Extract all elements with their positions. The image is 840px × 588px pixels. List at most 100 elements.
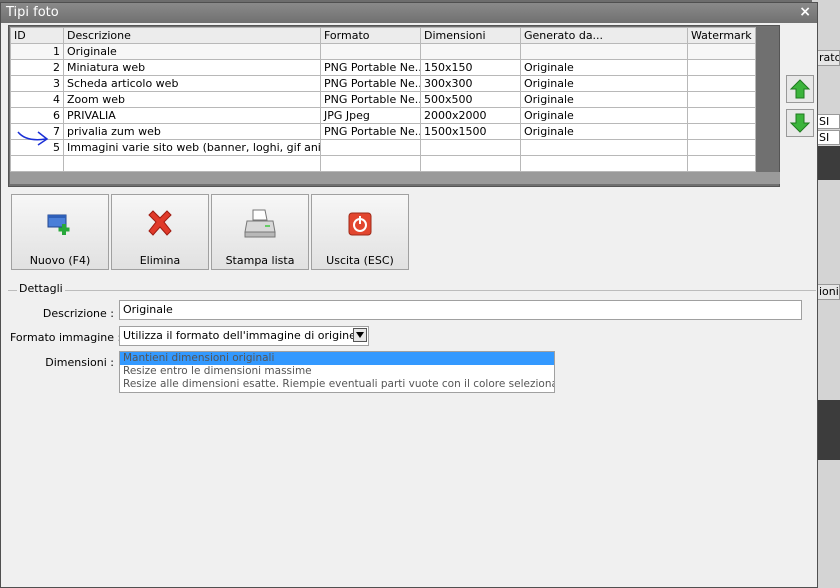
cell-id: 4 xyxy=(10,91,64,108)
cell-formato: PNG Portable Ne... xyxy=(320,123,421,140)
dimensions-option[interactable]: Mantieni dimensioni originali xyxy=(120,352,554,365)
column-header-descrizione[interactable]: Descrizione xyxy=(63,27,321,44)
dimensions-label: Dimensioni : xyxy=(45,356,114,369)
cell-watermark xyxy=(687,75,756,92)
cell-watermark xyxy=(687,107,756,124)
cell-generato: Originale xyxy=(520,107,688,124)
cell-id: 3 xyxy=(10,75,64,92)
table-row[interactable] xyxy=(10,155,756,172)
delete-button[interactable]: Elimina xyxy=(111,194,209,270)
new-button-label: Nuovo (F4) xyxy=(29,254,91,267)
cell-dimensioni xyxy=(420,43,521,60)
power-off-icon xyxy=(348,212,372,236)
dimensions-option[interactable]: Resize alle dimensioni esatte. Riempie e… xyxy=(120,378,554,391)
cell-watermark xyxy=(687,59,756,76)
cell-watermark xyxy=(687,43,756,60)
column-header-watermark[interactable]: Watermark xyxy=(687,27,756,44)
dimensions-listbox[interactable]: Mantieni dimensioni originali Resize ent… xyxy=(119,351,555,393)
image-format-dropdown-button[interactable] xyxy=(353,328,367,342)
cell-generato xyxy=(520,43,688,60)
description-label: Descrizione : xyxy=(42,307,114,320)
cell-descrizione: Miniatura web xyxy=(63,59,321,76)
cell-id: 1 xyxy=(10,43,64,60)
cell-generato xyxy=(520,139,688,156)
cell-generato: Originale xyxy=(520,123,688,140)
delete-button-label: Elimina xyxy=(139,254,181,267)
cell-generato: Originale xyxy=(520,91,688,108)
column-header-formato[interactable]: Formato xyxy=(320,27,421,44)
column-header-dimensioni[interactable]: Dimensioni xyxy=(420,27,521,44)
printer-icon xyxy=(244,209,276,238)
red-x-icon xyxy=(148,210,172,236)
arrow-up-icon xyxy=(789,79,811,99)
photo-types-grid: ID Descrizione Formato Dimensioni Genera… xyxy=(8,25,780,187)
description-input[interactable]: Originale xyxy=(119,300,802,320)
close-button[interactable]: × xyxy=(799,4,811,20)
cell-dimensioni: 150x150 xyxy=(420,59,521,76)
cell-dimensioni xyxy=(420,139,521,156)
move-down-button[interactable] xyxy=(786,109,814,137)
cell-descrizione xyxy=(63,155,321,172)
cell-formato: PNG Portable Ne... xyxy=(320,75,421,92)
arrow-down-icon xyxy=(789,113,811,133)
cell-formato: JPG Jpeg xyxy=(320,107,421,124)
cell-descrizione: privalia zum web xyxy=(63,123,321,140)
table-row[interactable]: 2 Miniatura web PNG Portable Ne... 150x1… xyxy=(10,59,756,76)
table-row[interactable]: 7 privalia zum web PNG Portable Ne... 15… xyxy=(10,123,756,140)
grid-horizontal-scrollbar[interactable] xyxy=(10,172,780,184)
table-row[interactable]: 5 Immagini varie sito web (banner, loghi… xyxy=(10,139,756,156)
column-header-generato[interactable]: Generato da... xyxy=(520,27,688,44)
table-row[interactable]: 4 Zoom web PNG Portable Ne... 500x500 Or… xyxy=(10,91,756,108)
image-format-value: Utilizza il formato dell'immagine di ori… xyxy=(123,329,356,342)
print-list-button[interactable]: Stampa lista xyxy=(211,194,309,270)
print-list-button-label: Stampa lista xyxy=(225,254,295,267)
background-panel xyxy=(818,146,840,180)
table-row[interactable]: 6 PRIVALIA JPG Jpeg 2000x2000 Originale xyxy=(10,107,756,124)
title-bar: Tipi foto × xyxy=(1,3,817,23)
cell-descrizione: Zoom web xyxy=(63,91,321,108)
cell-descrizione: PRIVALIA xyxy=(63,107,321,124)
exit-button[interactable]: Uscita (ESC) xyxy=(311,194,409,270)
cell-id: 6 xyxy=(10,107,64,124)
cell-dimensioni xyxy=(420,155,521,172)
cell-dimensioni: 2000x2000 xyxy=(420,107,521,124)
cell-formato xyxy=(320,139,421,156)
background-panel xyxy=(818,400,840,460)
cell-dimensioni: 1500x1500 xyxy=(420,123,521,140)
cell-dimensioni: 500x500 xyxy=(420,91,521,108)
new-button[interactable]: Nuovo (F4) xyxy=(11,194,109,270)
cell-watermark xyxy=(687,91,756,108)
cell-descrizione: Originale xyxy=(63,43,321,60)
cell-watermark xyxy=(687,155,756,172)
cell-formato xyxy=(320,155,421,172)
exit-button-label: Uscita (ESC) xyxy=(326,254,394,267)
details-group-title: Dettagli xyxy=(17,282,65,295)
table-row[interactable]: 1 Originale xyxy=(10,43,756,60)
cell-watermark xyxy=(687,139,756,156)
cell-descrizione: Immagini varie sito web (banner, loghi, … xyxy=(63,139,321,156)
window-title: Tipi foto xyxy=(6,5,59,20)
cell-dimensioni: 300x300 xyxy=(420,75,521,92)
cell-formato xyxy=(320,43,421,60)
cell-formato: PNG Portable Ne... xyxy=(320,91,421,108)
grid-table: ID Descrizione Formato Dimensioni Genera… xyxy=(10,27,756,172)
cell-id: 2 xyxy=(10,59,64,76)
add-window-icon xyxy=(47,214,70,235)
grid-header-row: ID Descrizione Formato Dimensioni Genera… xyxy=(10,27,756,44)
chevron-down-icon xyxy=(356,332,364,338)
cell-id xyxy=(10,155,64,172)
move-up-button[interactable] xyxy=(786,75,814,103)
cell-descrizione: Scheda articolo web xyxy=(63,75,321,92)
column-header-id[interactable]: ID xyxy=(10,27,64,44)
annotation-arrow-icon xyxy=(17,131,49,146)
cell-watermark xyxy=(687,123,756,140)
dimensions-option[interactable]: Resize entro le dimensioni massime xyxy=(120,365,554,378)
cell-generato: Originale xyxy=(520,75,688,92)
cell-generato: Originale xyxy=(520,59,688,76)
cell-formato: PNG Portable Ne... xyxy=(320,59,421,76)
cell-generato xyxy=(520,155,688,172)
image-format-select[interactable]: Utilizza il formato dell'immagine di ori… xyxy=(119,326,369,346)
description-value: Originale xyxy=(123,303,173,316)
table-row[interactable]: 3 Scheda articolo web PNG Portable Ne...… xyxy=(10,75,756,92)
image-format-label: Formato immagine : xyxy=(10,331,122,344)
